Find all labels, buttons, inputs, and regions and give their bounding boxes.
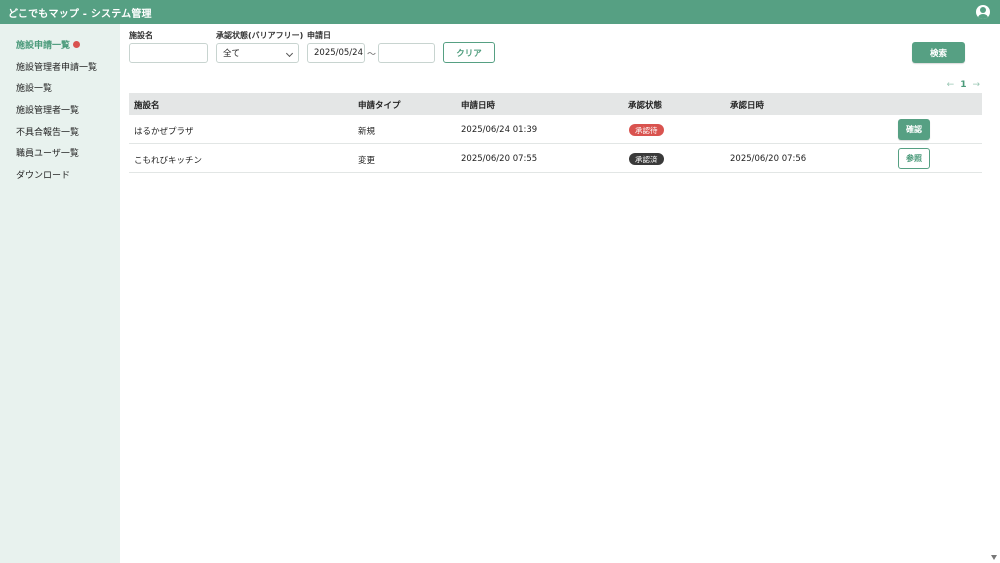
- pagination: ← 1 →: [947, 80, 980, 90]
- column-header-name: 施設名: [134, 101, 160, 111]
- sidebar-item-label: 施設一覧: [16, 84, 53, 94]
- status-select-value: 全て: [223, 49, 241, 59]
- sidebar-item-staff-users[interactable]: 職員ユーザ一覧: [16, 146, 79, 159]
- sidebar-item-label: ダウンロード: [16, 171, 71, 181]
- sidebar-item-managers[interactable]: 施設管理者一覧: [16, 103, 79, 116]
- clear-button[interactable]: クリア: [443, 42, 495, 63]
- scroll-down-icon[interactable]: [991, 555, 997, 560]
- status-badge: 承認済: [629, 153, 664, 165]
- applications-table: 施設名 申請タイプ 申請日時 承認状態 承認日時 はるかぜプラザ 新規 2025…: [129, 93, 982, 173]
- sidebar-item-bug-reports[interactable]: 不具合報告一覧: [16, 125, 79, 138]
- column-header-applied-at: 申請日時: [461, 101, 496, 111]
- arrow-right-icon[interactable]: →: [972, 80, 980, 90]
- cell-applied-at: 2025/06/24 01:39: [461, 125, 538, 135]
- cell-facility-name: はるかぜプラザ: [134, 127, 194, 137]
- user-circle-icon[interactable]: [976, 5, 990, 19]
- table-row: はるかぜプラザ 新規 2025/06/24 01:39 承認待 確認: [129, 115, 982, 144]
- sidebar-item-label: 施設申請一覧: [16, 41, 71, 51]
- status-select[interactable]: 全て: [216, 43, 299, 63]
- arrow-left-icon[interactable]: ←: [947, 80, 955, 90]
- date-separator: 〜: [367, 50, 377, 60]
- sidebar-item-facility-applications[interactable]: 施設申請一覧: [16, 38, 81, 51]
- facility-name-label: 施設名: [129, 31, 153, 40]
- sidebar-item-download[interactable]: ダウンロード: [16, 168, 70, 181]
- facility-name-input[interactable]: [129, 43, 208, 63]
- column-header-approved-at: 承認日時: [730, 101, 765, 111]
- confirm-button[interactable]: 確認: [898, 119, 930, 140]
- sidebar-item-label: 不具合報告一覧: [16, 128, 80, 138]
- chevron-down-icon: [285, 49, 294, 58]
- notification-dot: [73, 41, 81, 48]
- sidebar-item-label: 職員ユーザ一覧: [16, 149, 79, 159]
- column-header-type: 申請タイプ: [358, 101, 401, 111]
- date-from-input[interactable]: 2025/05/24: [307, 43, 365, 63]
- main-content: 施設名 承認状態(バリアフリー) 全て 申請日 2025/05/24 〜 クリア…: [120, 24, 990, 563]
- app-header: どこでもマップ - システム管理: [0, 0, 1000, 24]
- app-title: どこでもマップ - システム管理: [8, 8, 152, 20]
- date-label: 申請日: [307, 31, 331, 40]
- sidebar-item-facilities[interactable]: 施設一覧: [16, 81, 52, 94]
- status-badge: 承認待: [629, 124, 664, 136]
- sidebar-item-label: 施設管理者一覧: [16, 106, 80, 116]
- cell-approved-at: 2025/06/20 07:56: [730, 154, 807, 164]
- cell-type: 変更: [358, 156, 376, 166]
- date-to-input[interactable]: [378, 43, 435, 63]
- sidebar: 施設申請一覧 施設管理者申請一覧 施設一覧 施設管理者一覧 不具合報告一覧 職員…: [0, 24, 120, 563]
- sidebar-item-manager-applications[interactable]: 施設管理者申請一覧: [16, 60, 97, 73]
- cell-facility-name: こもれびキッチン: [134, 156, 203, 166]
- table-header: 施設名 申請タイプ 申請日時 承認状態 承認日時: [129, 93, 982, 115]
- cell-type: 新規: [358, 127, 376, 137]
- cell-applied-at: 2025/06/20 07:55: [461, 154, 538, 164]
- column-header-status: 承認状態: [628, 101, 663, 111]
- page-number-current[interactable]: 1: [960, 80, 966, 90]
- status-label: 承認状態(バリアフリー): [216, 31, 304, 40]
- view-button[interactable]: 参照: [898, 148, 930, 169]
- table-row: こもれびキッチン 変更 2025/06/20 07:55 承認済 2025/06…: [129, 144, 982, 173]
- search-button[interactable]: 検索: [912, 42, 965, 63]
- sidebar-item-label: 施設管理者申請一覧: [16, 63, 98, 73]
